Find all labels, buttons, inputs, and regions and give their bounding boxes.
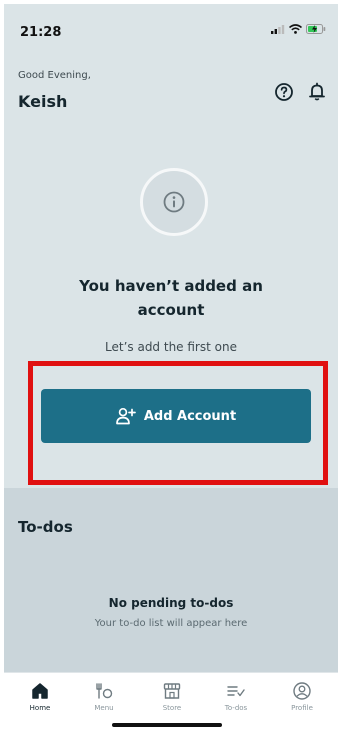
status-icons <box>271 24 326 34</box>
tab-profile-label: Profile <box>291 704 313 712</box>
info-icon <box>163 191 185 213</box>
profile-icon <box>293 682 311 700</box>
empty-state-title-line1: You haven’t added an <box>79 277 263 295</box>
menu-icon <box>96 683 113 699</box>
tab-todos-label: To-dos <box>224 704 248 712</box>
help-icon[interactable] <box>274 82 294 106</box>
tab-home-label: Home <box>29 704 51 712</box>
header-actions <box>274 82 326 106</box>
bottom-tab-bar: Home Menu Store To-dos Profile <box>4 672 338 740</box>
tab-menu[interactable]: Menu <box>76 681 132 712</box>
todos-section: To-dos No pending to-dos Your to-do list… <box>4 488 338 672</box>
empty-state-subtitle: Let’s add the first one <box>105 340 237 354</box>
status-time: 21:28 <box>20 25 62 40</box>
todos-empty-title: No pending to-dos <box>108 596 234 610</box>
notifications-bell-icon[interactable] <box>308 82 326 106</box>
tab-todos[interactable]: To-dos <box>208 681 264 712</box>
empty-state-title-line2: account <box>137 301 205 319</box>
store-icon <box>163 683 181 699</box>
tab-store-label: Store <box>162 704 182 712</box>
wifi-icon <box>289 24 302 34</box>
home-icon <box>32 683 48 699</box>
tab-home[interactable]: Home <box>12 681 68 712</box>
tab-menu-label: Menu <box>94 704 114 712</box>
todos-empty-subtitle: Your to-do list will appear here <box>94 618 248 629</box>
tab-profile[interactable]: Profile <box>274 681 330 712</box>
todos-title: To-dos <box>18 518 73 536</box>
app-screen: 21:28 Good Evening, Keish You haven’t ad… <box>4 4 338 740</box>
todos-icon <box>227 686 245 697</box>
empty-state-title: You haven’t added an account <box>4 274 338 322</box>
add-account-button[interactable]: Add Account <box>41 389 311 443</box>
signal-icon <box>271 25 285 34</box>
add-account-label: Add Account <box>143 408 237 424</box>
greeting-text: Good Evening, <box>18 70 91 81</box>
status-bar: 21:28 <box>4 4 338 58</box>
info-icon-badge <box>140 168 208 236</box>
add-user-icon <box>115 407 136 425</box>
user-name: Keish <box>18 92 68 111</box>
battery-charging-icon <box>306 24 326 34</box>
tab-store[interactable]: Store <box>144 681 200 712</box>
home-indicator[interactable] <box>112 723 222 727</box>
